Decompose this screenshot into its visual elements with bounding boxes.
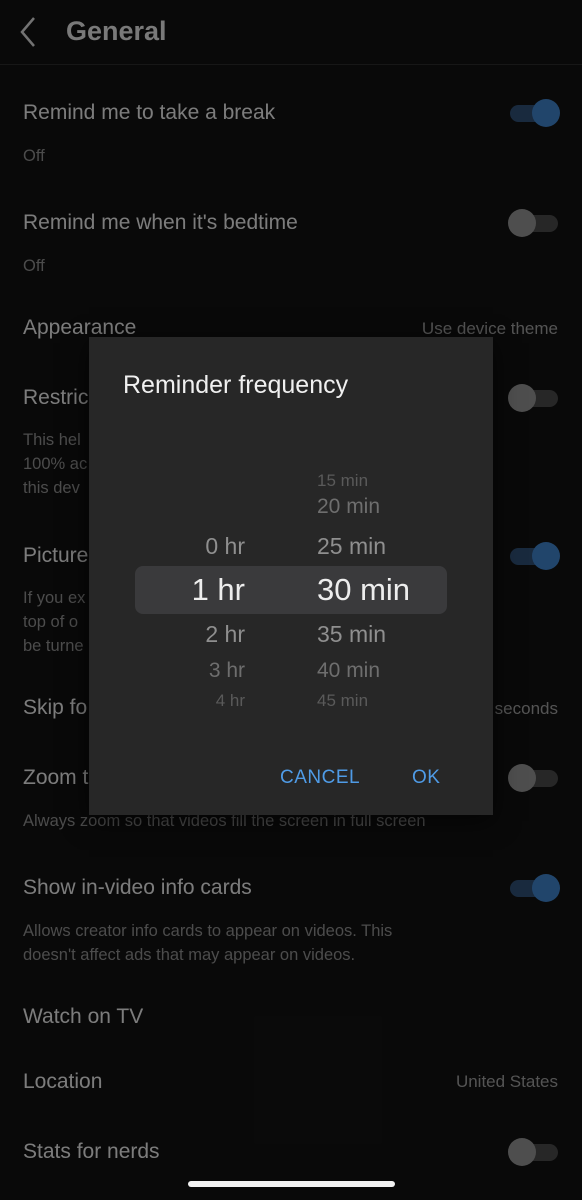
dialog-title: Reminder frequency bbox=[123, 371, 349, 399]
minute-option[interactable]: 20 min bbox=[317, 495, 380, 519]
reminder-frequency-dialog: Reminder frequency 0 hr 1 hr 2 hr 3 hr 4… bbox=[89, 337, 493, 815]
minute-option-selected[interactable]: 30 min bbox=[317, 572, 410, 608]
minute-option[interactable]: 25 min bbox=[317, 533, 386, 560]
minute-option[interactable]: 35 min bbox=[317, 621, 386, 648]
home-indicator bbox=[188, 1181, 395, 1187]
hour-option[interactable]: 3 hr bbox=[209, 659, 245, 683]
minute-option[interactable]: 15 min bbox=[317, 471, 368, 491]
hour-option[interactable]: 0 hr bbox=[205, 533, 245, 560]
hour-option[interactable]: 2 hr bbox=[205, 621, 245, 648]
hour-option-selected[interactable]: 1 hr bbox=[192, 572, 245, 608]
hour-option[interactable]: 4 hr bbox=[216, 691, 245, 711]
minute-option[interactable]: 40 min bbox=[317, 659, 380, 683]
minute-option[interactable]: 45 min bbox=[317, 691, 368, 711]
ok-button[interactable]: OK bbox=[412, 767, 440, 789]
cancel-button[interactable]: CANCEL bbox=[280, 767, 360, 789]
